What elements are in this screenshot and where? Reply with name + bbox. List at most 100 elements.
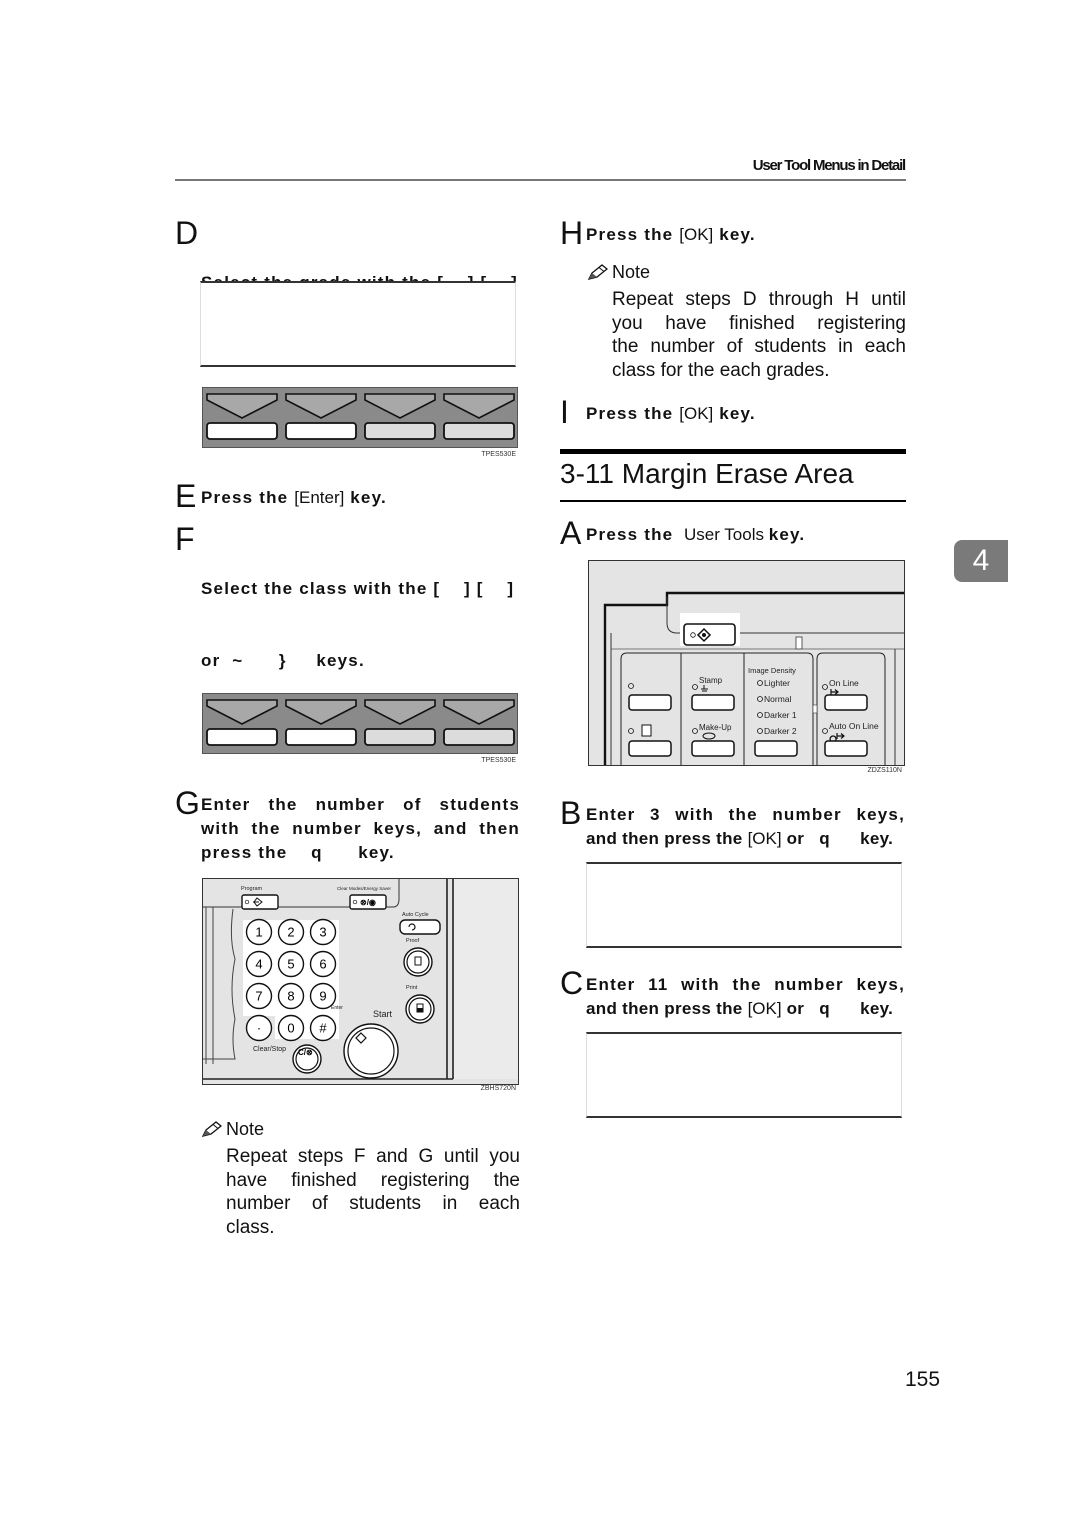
auto-cycle-key[interactable]	[399, 919, 441, 935]
number-key-5[interactable]: 5	[277, 950, 305, 978]
stamp-label: Stamp	[699, 676, 723, 685]
chapter-tab[interactable]: 4	[954, 540, 1008, 582]
number-key-label: 5	[287, 957, 294, 972]
number-key-label: 2	[287, 925, 294, 940]
note-line: you have finished registering	[612, 312, 906, 334]
note-title: Note	[612, 262, 651, 282]
note-block-left: Note Repeat steps F and G until you have…	[200, 1119, 520, 1239]
start-label: Start	[373, 1009, 393, 1019]
on-line-key[interactable]	[824, 694, 868, 711]
number-key-0[interactable]: 0	[277, 1014, 305, 1042]
operation-panel-figure: Program Clear Modes/Energy Saver ⊗/◉ 1 2 3…	[202, 878, 519, 1085]
step-text-line2: or ~ } keys.	[201, 651, 365, 670]
make-up-key[interactable]	[691, 740, 735, 757]
figure-code: ZDZS110N	[867, 767, 903, 774]
selection-key-2[interactable]	[285, 699, 357, 746]
selection-key-3[interactable]	[364, 699, 436, 746]
clear-modes-energy-saver-key[interactable]: ⊗/◉	[349, 894, 387, 910]
selection-key-1[interactable]	[206, 393, 278, 440]
auto-on-line-label: Auto On Line	[829, 721, 879, 731]
stamp-key[interactable]	[691, 694, 735, 711]
number-key-8[interactable]: 8	[277, 982, 305, 1010]
user-tools-key[interactable]	[683, 623, 736, 646]
step-text: and then press the	[586, 829, 748, 848]
function-key-2[interactable]	[628, 740, 672, 757]
number-key-2[interactable]: 2	[277, 918, 305, 946]
number-key-hash[interactable]: #	[309, 1014, 337, 1042]
function-key-1[interactable]	[628, 694, 672, 711]
step-F: F Select the class with the [ ] [ ] or ~…	[175, 523, 520, 670]
step-C: C Enter 11 with the number keys, and the…	[560, 967, 905, 1023]
user-tools-key-label: User Tools	[679, 525, 769, 544]
step-I: I Press the [OK] key.	[560, 396, 905, 428]
number-key-1[interactable]: 1	[245, 918, 273, 946]
number-key-dot[interactable]: ·	[245, 1014, 273, 1042]
step-letter: E	[175, 478, 197, 514]
selection-key-3[interactable]	[364, 393, 436, 440]
note-line: class.	[226, 1216, 275, 1238]
enter-key-label: [Enter]	[294, 488, 345, 507]
step-text-line3: press the q key.	[201, 843, 395, 862]
auto-cycle-label: Auto Cycle	[402, 912, 429, 918]
note-body: Repeat steps F and G until you have fini…	[226, 1145, 520, 1239]
step-text: Press the	[586, 404, 680, 423]
step-text: Press the	[201, 488, 295, 507]
step-text-suffix: key.	[768, 525, 806, 544]
step-text: Press the	[586, 525, 680, 544]
selection-key-2[interactable]	[285, 393, 357, 440]
note-body: Repeat steps D through H until you have …	[612, 288, 906, 382]
note-line: Repeat steps F and G until you	[226, 1146, 520, 1167]
number-key-label: 3	[319, 925, 326, 940]
make-up-label: Make-Up	[699, 723, 732, 732]
selection-key-1[interactable]	[206, 699, 278, 746]
step-text-line1: Enter 11 with the number keys,	[586, 975, 905, 994]
auto-on-line-key[interactable]	[824, 740, 868, 757]
step-B: B Enter 3 with the number keys, and then…	[560, 797, 905, 853]
program-key[interactable]	[241, 894, 279, 910]
number-key-7[interactable]: 7	[245, 982, 273, 1010]
number-key-label: 4	[255, 957, 262, 972]
image-density-key[interactable]	[754, 740, 798, 757]
number-key-label: 8	[287, 989, 294, 1004]
number-key-3[interactable]: 3	[309, 918, 337, 946]
figure-code: TPES530E	[481, 451, 516, 458]
selection-key-strip	[202, 387, 518, 448]
step-text-line1: Enter the number of students	[201, 795, 520, 814]
number-key-4[interactable]: 4	[245, 950, 273, 978]
number-key-6[interactable]: 6	[309, 950, 337, 978]
proof-key[interactable]	[403, 947, 433, 977]
darker1-label: Darker 1	[764, 710, 797, 720]
step-letter: A	[560, 515, 582, 551]
image-density-label: Image Density	[748, 666, 796, 675]
operation-panel-illustration: Program Clear Modes/Energy Saver ⊗/◉ 1 2 3…	[203, 879, 518, 1084]
step-text-line1: Select the class with the [ ] [ ]	[201, 579, 515, 598]
display-screen-blank	[200, 281, 516, 367]
note-line: class for the each grades.	[612, 359, 830, 381]
step-text: Press the	[586, 225, 680, 244]
step-letter: H	[560, 215, 584, 251]
number-key-label: 7	[255, 989, 262, 1004]
running-head: User Tool Menus in Detail	[752, 157, 906, 174]
on-line-label: On Line	[829, 678, 859, 688]
note-title: Note	[226, 1119, 265, 1139]
selection-key-4[interactable]	[443, 699, 515, 746]
clear-stop-key[interactable]: C/⊗	[292, 1044, 322, 1074]
number-key-label: 0	[287, 1021, 294, 1036]
print-key[interactable]	[405, 994, 435, 1024]
selection-keys-illustration	[206, 699, 515, 746]
step-letter: C	[560, 965, 584, 1001]
enter-label: Enter	[331, 1005, 343, 1011]
section-title: 3-11 Margin Erase Area	[560, 458, 854, 489]
start-key[interactable]	[343, 1023, 399, 1079]
ok-key-label: [OK]	[747, 829, 782, 848]
clear-modes-label: Clear Modes/Energy Saver	[337, 886, 392, 891]
step-text-suffix: or q key.	[781, 999, 894, 1018]
figure-code: ZBHS720N	[480, 1085, 516, 1092]
number-key-label: #	[319, 1021, 327, 1036]
step-letter: F	[175, 521, 195, 557]
note-line: the number of students in each	[612, 336, 906, 357]
step-E: E Press the [Enter] key.	[175, 480, 520, 512]
number-key-label: ·	[257, 1021, 261, 1036]
selection-key-4[interactable]	[443, 393, 515, 440]
darker2-label: Darker 2	[764, 726, 797, 736]
